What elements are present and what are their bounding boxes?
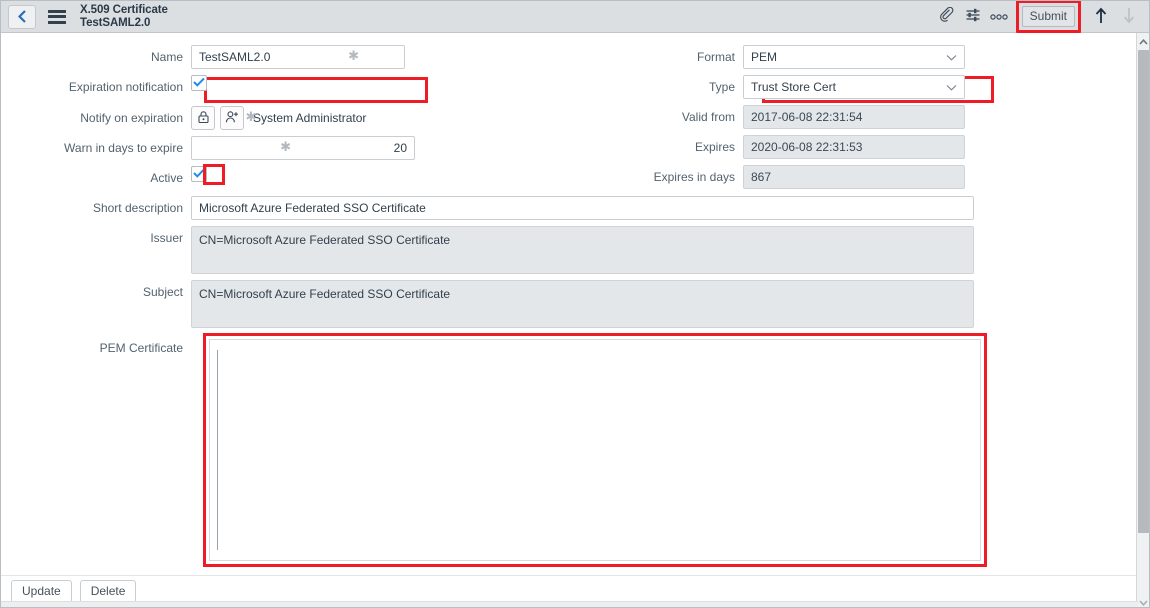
field-label-short-description: Short description: [1, 196, 191, 215]
scroll-down-button[interactable]: [1137, 594, 1149, 608]
field-label-expires-in-days: Expires in days: [569, 165, 743, 184]
field-label-pem-certificate: PEM Certificate: [1, 336, 191, 355]
paperclip-icon: [939, 7, 955, 26]
pem-certificate-highlight: [203, 333, 987, 567]
field-row-issuer: Issuer CN=Microsoft Azure Federated SSO …: [1, 226, 974, 274]
type-select-value: Trust Store Cert: [751, 80, 836, 94]
field-row-name: ✱ Name: [1, 45, 405, 69]
personalize-form-button[interactable]: [960, 4, 986, 30]
horizontal-scrollbar[interactable]: [1, 601, 1138, 607]
field-label-active: Active: [1, 166, 191, 185]
attachment-button[interactable]: [934, 4, 960, 30]
more-options-button[interactable]: [986, 4, 1012, 30]
field-row-subject: Subject CN=Microsoft Azure Federated SSO…: [1, 280, 974, 328]
chevron-left-icon: [18, 10, 27, 23]
header-actions: Submit: [934, 1, 1150, 32]
expires-in-days-input[interactable]: [743, 165, 965, 189]
field-label-expires: Expires: [569, 135, 743, 154]
field-row-short-description: Short description: [1, 196, 974, 220]
text-cursor: [217, 350, 218, 550]
field-row-active: Active: [1, 166, 207, 185]
field-label-type: Type: [569, 75, 743, 94]
field-row-warn-days: ✱ Warn in days to expire: [1, 136, 415, 160]
warn-days-input[interactable]: [191, 136, 415, 160]
field-row-notify-on-expiration: ✱ Notify on expiration: [1, 106, 366, 130]
notify-add-user-button[interactable]: [220, 106, 244, 130]
more-options-icon: [990, 10, 1008, 24]
checkmark-icon: [193, 76, 205, 90]
name-field-highlight: [204, 77, 428, 103]
chevron-down-icon: [946, 46, 957, 68]
field-label-issuer: Issuer: [1, 226, 191, 245]
field-row-format: Format PEM: [569, 45, 965, 69]
sliders-icon: [965, 7, 981, 26]
expiration-notification-checkbox[interactable]: [191, 75, 207, 91]
checkmark-icon: [193, 167, 205, 181]
field-label-notify-on-expiration: ✱ Notify on expiration: [1, 106, 191, 125]
type-select[interactable]: Trust Store Cert: [743, 75, 965, 99]
record-type-title: X.509 Certificate: [80, 4, 168, 17]
field-row-pem-certificate: PEM Certificate: [1, 336, 191, 355]
vertical-scrollbar-thumb[interactable]: [1138, 50, 1149, 533]
field-label-valid-from: Valid from: [569, 105, 743, 124]
notify-on-expiration-value: System Administrator: [253, 106, 366, 130]
short-description-input[interactable]: [191, 196, 974, 220]
add-user-icon: [225, 110, 240, 127]
next-record-button[interactable]: [1115, 3, 1143, 31]
scroll-up-button[interactable]: [1137, 33, 1149, 48]
lock-icon: [197, 110, 210, 127]
field-row-expiration-notification: Expiration notification: [1, 75, 207, 94]
field-label-format: Format: [569, 45, 743, 64]
format-select-value: PEM: [751, 50, 777, 64]
field-label-name: ✱ Name: [1, 45, 191, 64]
arrow-up-icon: [1094, 7, 1108, 27]
subject-textarea[interactable]: CN=Microsoft Azure Federated SSO Certifi…: [191, 280, 974, 328]
chevron-down-icon: [946, 76, 957, 98]
field-row-valid-from: Valid from: [569, 105, 965, 129]
name-input[interactable]: [191, 45, 405, 69]
format-select[interactable]: PEM: [743, 45, 965, 69]
field-label-warn-days: ✱ Warn in days to expire: [1, 136, 191, 155]
scroll-down-arrow-icon: [1139, 595, 1148, 608]
vertical-scrollbar[interactable]: [1136, 33, 1149, 608]
arrow-down-icon: [1122, 7, 1136, 27]
field-row-type: Type Trust Store Cert: [569, 75, 965, 99]
issuer-textarea[interactable]: CN=Microsoft Azure Federated SSO Certifi…: [191, 226, 974, 274]
previous-record-button[interactable]: [1087, 3, 1115, 31]
field-label-expiration-notification: Expiration notification: [1, 75, 191, 94]
pem-certificate-field[interactable]: [209, 339, 981, 561]
submit-button-highlight: Submit: [1016, 0, 1081, 33]
page-title: X.509 Certificate TestSAML2.0: [80, 3, 168, 30]
submit-button[interactable]: Submit: [1022, 6, 1075, 27]
form-header-bar: X.509 Certificate TestSAML2.0: [1, 1, 1150, 33]
record-name-title: TestSAML2.0: [80, 17, 168, 30]
servicenow-form-window: X.509 Certificate TestSAML2.0: [0, 0, 1150, 608]
form-body: ✱ Name Expiration notification: [1, 33, 1138, 575]
valid-from-input[interactable]: [743, 105, 965, 129]
active-checkbox[interactable]: [191, 166, 207, 182]
hamburger-menu-icon[interactable]: [48, 10, 66, 24]
field-row-expires: Expires: [569, 135, 965, 159]
pem-certificate-textarea[interactable]: [224, 346, 974, 554]
field-row-expires-in-days: Expires in days: [569, 165, 965, 189]
scroll-up-arrow-icon: [1139, 34, 1148, 48]
field-label-subject: Subject: [1, 280, 191, 299]
back-button[interactable]: [8, 5, 36, 29]
expires-input[interactable]: [743, 135, 965, 159]
notify-lock-button[interactable]: [191, 106, 215, 130]
